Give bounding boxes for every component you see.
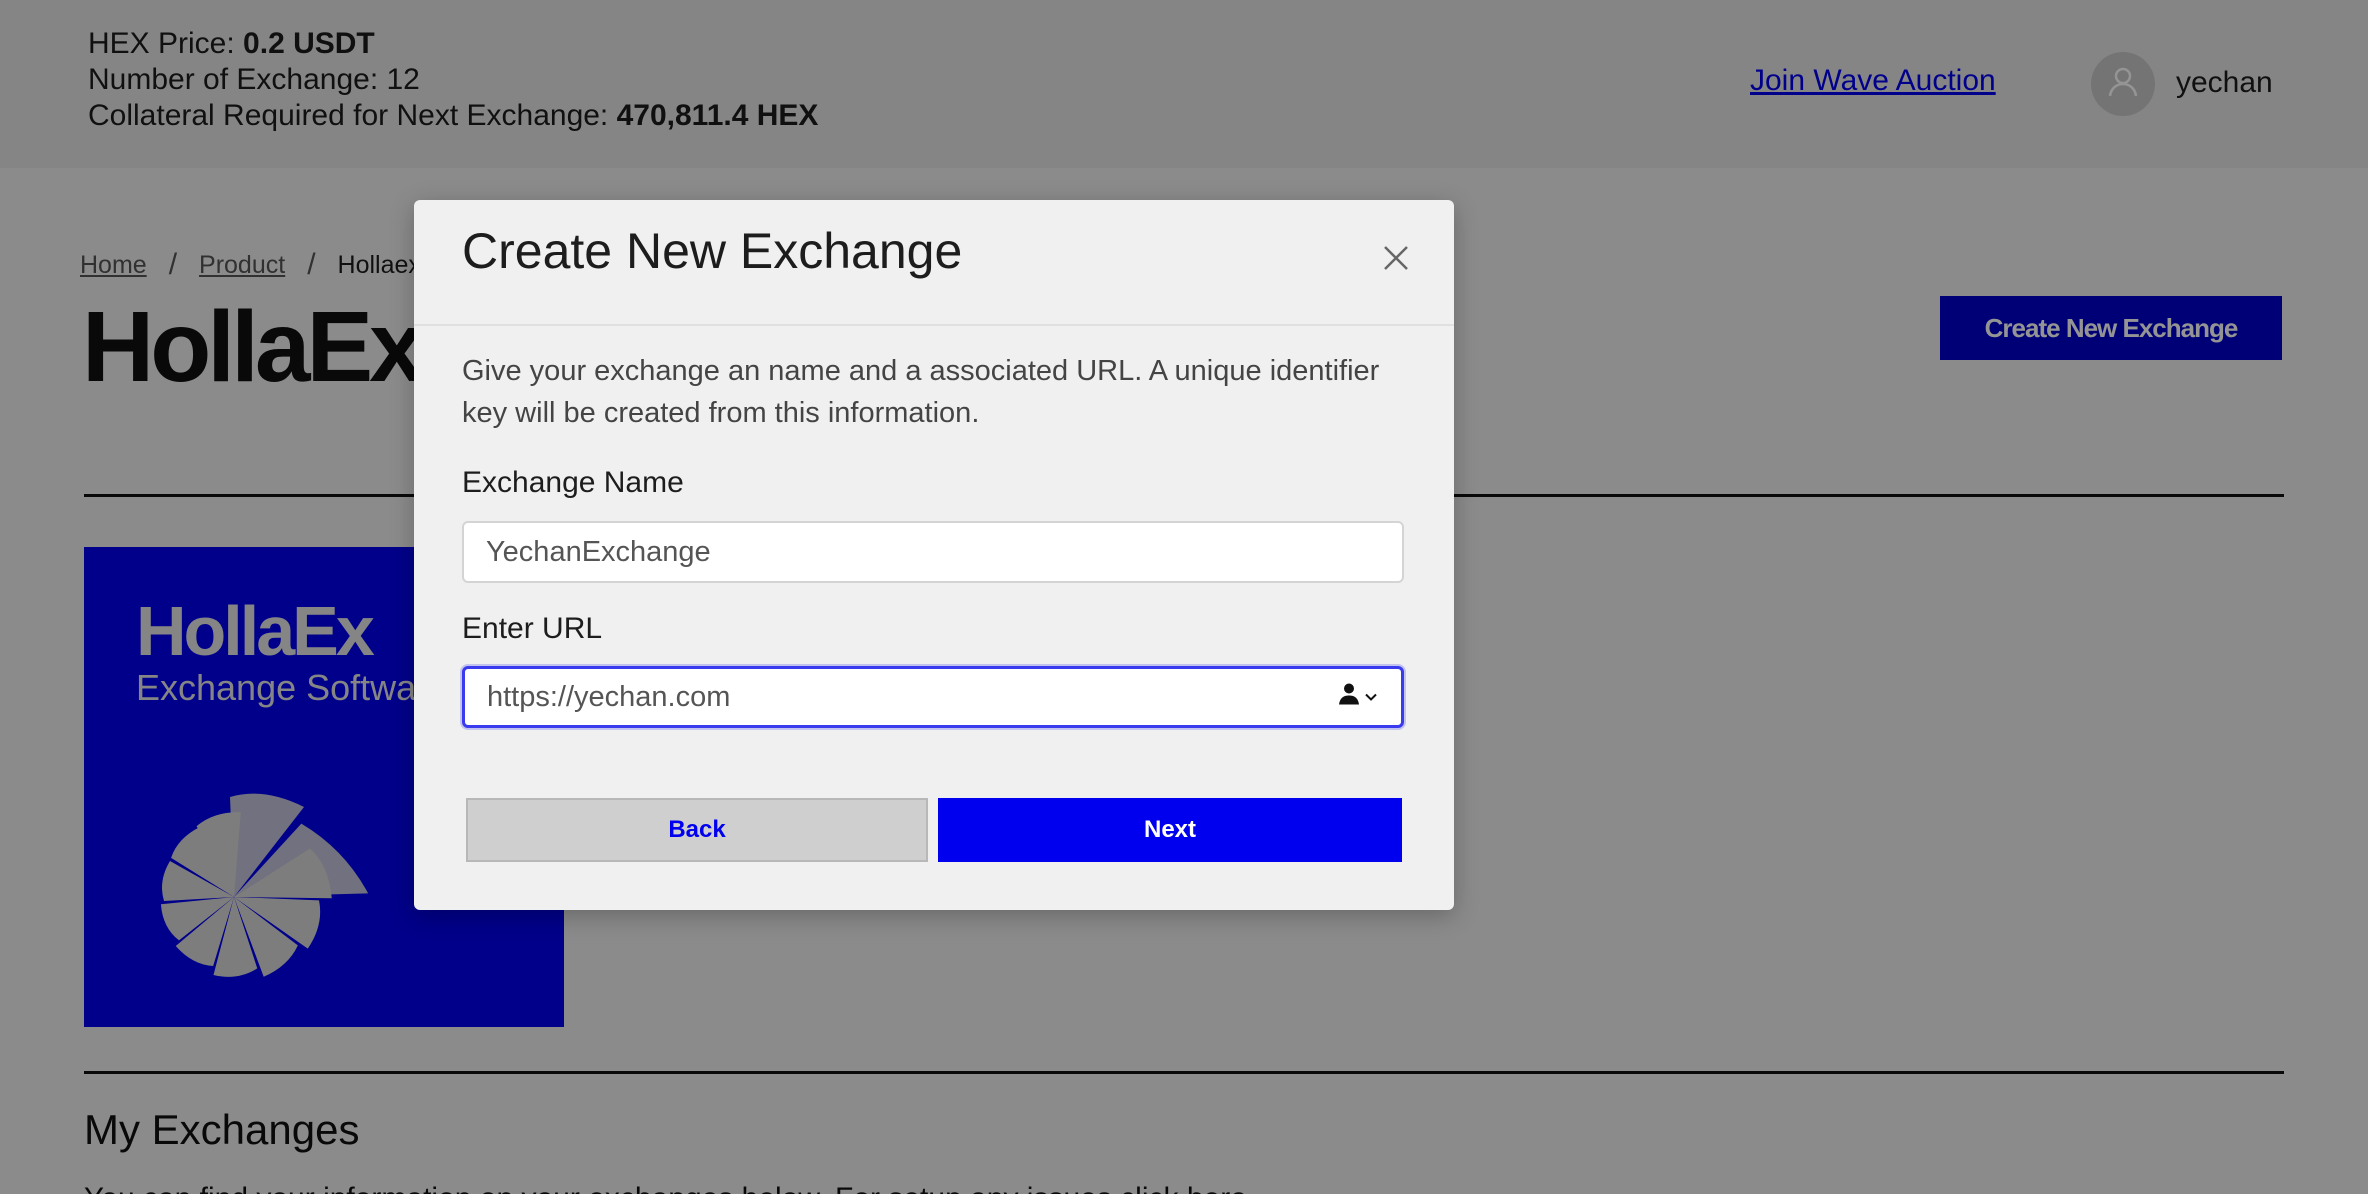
- close-button[interactable]: [1374, 238, 1418, 282]
- close-icon: [1383, 245, 1409, 276]
- autofill-person-icon: [1337, 681, 1361, 714]
- modal-description: Give your exchange an name and a associa…: [462, 355, 1380, 429]
- url-value: https://yechan.com: [487, 680, 731, 713]
- next-button[interactable]: Next: [938, 798, 1402, 862]
- modal-title: Create New Exchange: [462, 223, 963, 279]
- modal-header: Create New Exchange: [414, 200, 1454, 326]
- url-label: Enter URL: [462, 612, 603, 645]
- exchange-name-value: YechanExchange: [486, 535, 711, 568]
- exchange-name-label: Exchange Name: [462, 466, 684, 499]
- chevron-down-icon: [1363, 681, 1379, 714]
- create-exchange-modal: Create New Exchange Give your exchange a…: [414, 200, 1454, 910]
- exchange-name-input[interactable]: YechanExchange: [462, 521, 1404, 583]
- autofill-button[interactable]: [1337, 681, 1379, 714]
- url-input[interactable]: https://yechan.com: [462, 666, 1404, 728]
- back-button[interactable]: Back: [466, 798, 928, 862]
